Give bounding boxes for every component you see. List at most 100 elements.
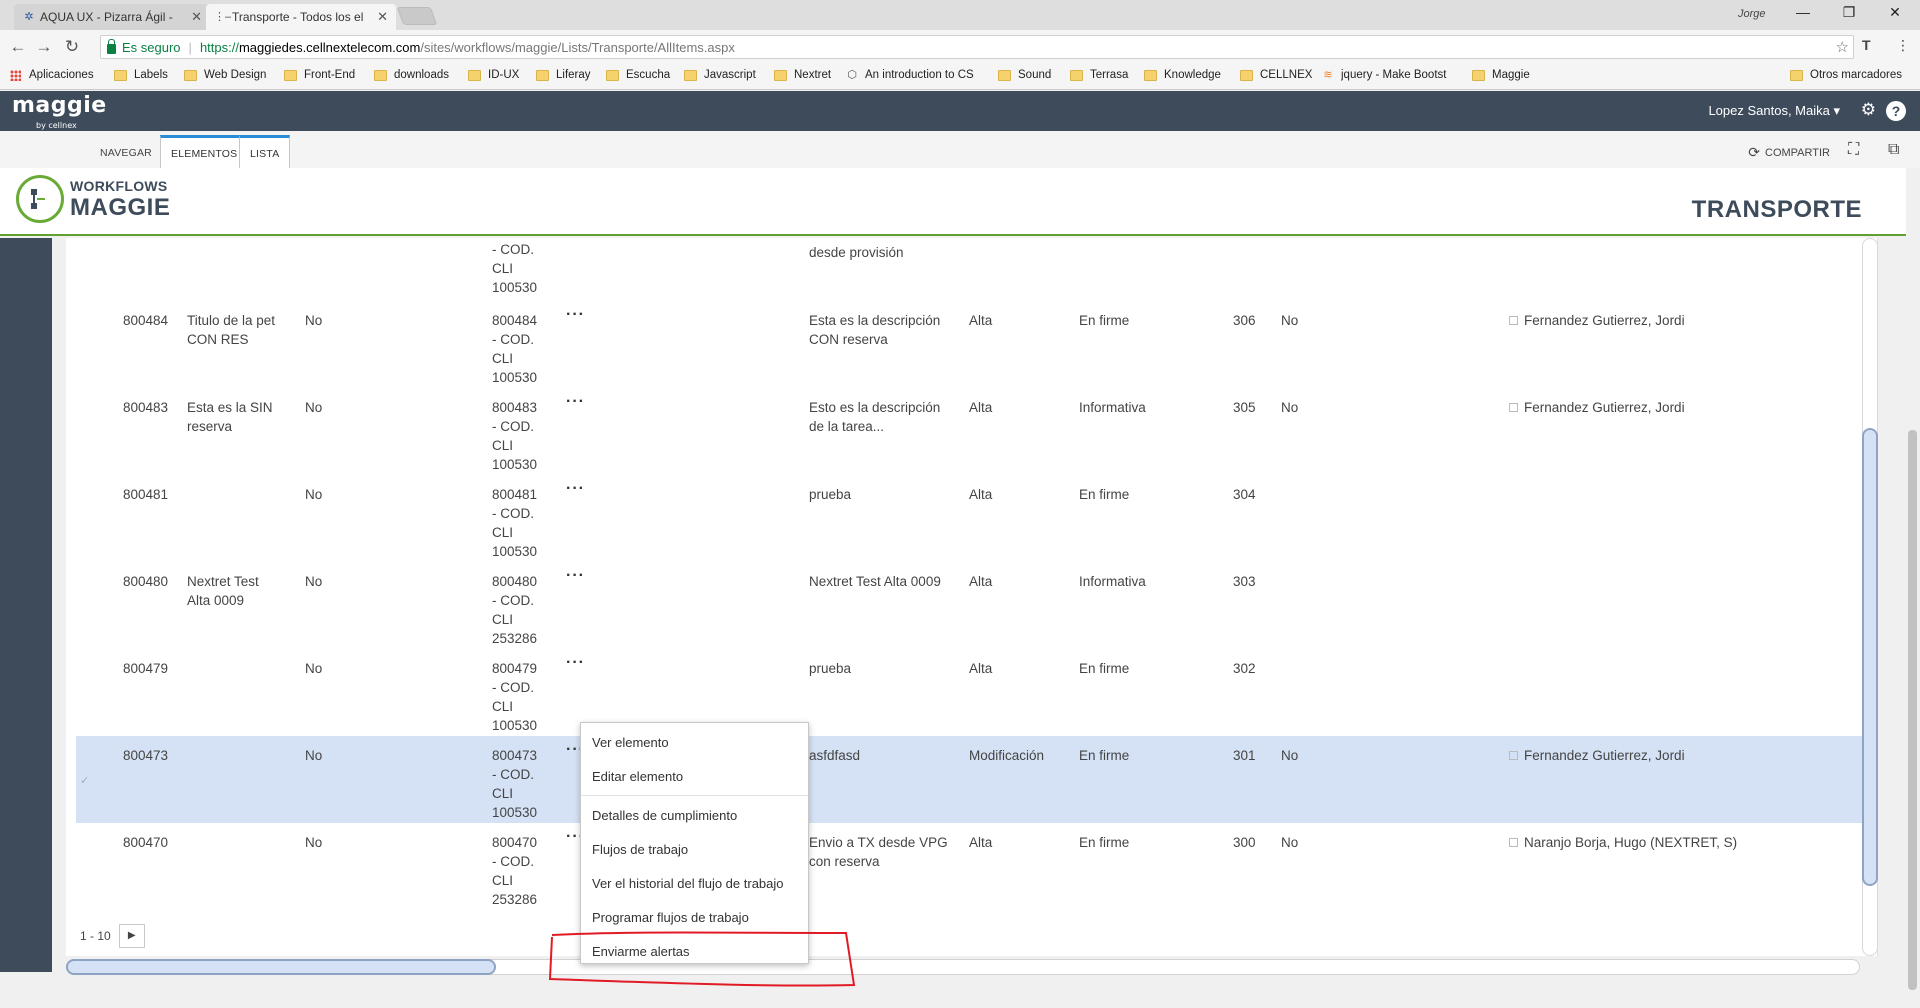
maggie-logo[interactable]: maggie by cellnex [12,93,107,130]
bookmark-other[interactable]: Otros marcadores [1790,69,1902,81]
back-icon[interactable]: ← [8,37,28,57]
user-menu[interactable]: Lopez Santos, Maika ▾ [1708,103,1840,119]
menu-item-editar-elemento[interactable]: Editar elemento [592,769,683,784]
bookmark-folder[interactable]: Escucha [606,69,670,81]
bookmark-folder[interactable]: Knowledge [1144,69,1221,81]
menu-item-enviarme-alertas[interactable]: Enviarme alertas [592,944,690,959]
translate-icon[interactable]: ⧉ [1888,141,1899,159]
folder-icon [1790,69,1803,81]
share-button[interactable]: ⟳ COMPARTIR [1748,144,1830,161]
table-row[interactable]: 800483 Esta es la SIN reserva No 800483 - COD… [76,388,1864,475]
next-page-button[interactable]: ▶ [118,924,145,948]
secure-indicator[interactable]: Es seguro [107,39,181,55]
bookmark-folder[interactable]: Maggie [1472,69,1530,81]
list-hscroll-thumb[interactable] [66,959,496,975]
menu-item-historial-flujo[interactable]: Ver el historial del flujo de trabajo [592,876,784,891]
bookmark-link[interactable]: ⬡ An introduction to CS [846,69,977,81]
list-vscroll-thumb[interactable] [1862,428,1878,886]
menu-item-ver-elemento[interactable]: Ver elemento [592,735,669,750]
browser-menu-icon[interactable]: ⋮ [1896,37,1910,54]
browser-tab-transporte[interactable]: ⋮– Transporte - Todos los el ✕ [206,4,396,30]
table-row[interactable]: 800481 No 800481 - COD. CLI 100530 ··· prueba Al… [76,475,1864,562]
folder-icon [1472,69,1485,81]
site-subtitle[interactable]: WORKFLOWS [70,178,168,194]
presence-icon [1509,838,1518,847]
focus-icon[interactable]: ⛶ [1848,141,1859,159]
bookmark-folder[interactable]: Web Design [184,69,266,81]
page-scrollbar-thumb[interactable] [1908,430,1917,990]
bookmark-folder[interactable]: Terrasa [1070,69,1128,81]
forward-icon[interactable]: → [34,37,54,57]
ellipsis-menu-icon[interactable]: ··· [566,653,585,672]
browser-tab-aqua[interactable]: ✲ AQUA UX - Pizarra Ágil - ✕ [14,4,210,30]
table-row[interactable]: 800480 Nextret Test Alta 0009 No 800480 - COD… [76,562,1864,649]
bookmark-folder[interactable]: Liferay [536,69,591,81]
cell-id[interactable]: 800481 [123,485,168,504]
bookmark-folder[interactable]: Sound [998,69,1051,81]
ellipsis-menu-icon[interactable]: ··· [566,479,585,498]
cell-assignee[interactable]: Fernandez Gutierrez, Jordi [1509,398,1685,417]
menu-item-programar-flujos[interactable]: Programar flujos de trabajo [592,910,749,925]
menu-item-flujos-trabajo[interactable]: Flujos de trabajo [592,842,688,857]
bookmark-folder[interactable]: ID-UX [468,69,519,81]
cell-id[interactable]: 800470 [123,833,168,852]
ellipsis-menu-icon[interactable]: ··· [566,392,585,411]
cell-title[interactable] [187,659,297,678]
new-tab-button[interactable] [396,7,438,25]
bookmark-folder[interactable]: Javascript [684,69,756,81]
cell-assignee[interactable]: Fernandez Gutierrez, Jordi [1509,746,1685,765]
cell-id[interactable]: 800473 [123,746,168,765]
cell-title[interactable]: Esta es la SIN reserva [187,398,297,436]
bookmark-folder[interactable]: Front-End [284,69,355,81]
cell-id[interactable]: 800480 [123,572,168,591]
tab-elementos[interactable]: ELEMENTOS [160,135,249,168]
ellipsis-menu-icon[interactable]: ··· [566,305,585,324]
ribbon: NAVEGAR ELEMENTOS LISTA ⟳ COMPARTIR ⛶ ⧉ [0,131,1920,168]
close-window-icon[interactable]: ✕ [1880,4,1910,21]
cell-assignee[interactable]: Fernandez Gutierrez, Jordi [1509,311,1685,330]
table-row[interactable]: 800485 No - COD.CLI100530 desde provisió… [76,238,1864,296]
bookmark-folder[interactable]: Labels [114,69,168,81]
bookmark-apps[interactable]: Aplicaciones [10,69,94,81]
cell-flag: No [1281,400,1299,415]
workflow-logo-icon[interactable] [16,175,64,223]
cell-flag: No [305,487,323,502]
url-input[interactable]: Es seguro | https://maggiedes.cellnextel… [100,35,1854,59]
restore-icon[interactable]: ❐ [1834,4,1864,21]
cell-title[interactable] [187,833,297,852]
table-row[interactable]: ✓ 800473 No 800473- COD. CLI 100530 ··· asfdfas… [76,736,1864,823]
tab-navegar[interactable]: NAVEGAR [90,135,162,168]
cell-id[interactable]: 800483 [123,398,168,417]
bookmark-link[interactable]: ≋ jquery - Make Bootst [1322,69,1455,81]
cell-number: 306 [1233,313,1256,328]
cell-title[interactable] [187,746,297,765]
bookmark-folder[interactable]: CELLNEX [1240,69,1312,81]
cell-id[interactable]: 800484 [123,311,168,330]
bookmark-star-icon[interactable]: ☆ [1836,38,1849,56]
row-check-icon[interactable]: ✓ [80,772,89,791]
gear-icon[interactable]: ⚙ [1861,100,1876,120]
help-icon[interactable]: ? [1886,101,1906,121]
site-title[interactable]: MAGGIE [70,194,170,222]
reload-icon[interactable]: ↻ [62,37,82,57]
table-row[interactable]: 800484 Titulo de la pet CON RES No 800484 - C… [76,301,1864,388]
cell-id[interactable]: 800479 [123,659,168,678]
text-extension-icon[interactable]: T [1862,37,1871,53]
browser-profile-name[interactable]: Jorge [1738,8,1766,20]
bookmark-folder[interactable]: downloads [374,69,449,81]
close-icon[interactable]: ✕ [191,9,202,25]
bookmark-folder[interactable]: Nextret [774,69,831,81]
menu-item-detalles-cumplimiento[interactable]: Detalles de cumplimiento [592,808,737,823]
ellipsis-menu-icon[interactable]: ··· [566,566,585,585]
cell-title[interactable]: Nextret Test Alta 0009 [187,572,297,610]
cell-assignee[interactable]: Naranjo Borja, Hugo (NEXTRET, S) [1509,833,1737,852]
close-icon[interactable]: ✕ [377,9,388,25]
tab-lista[interactable]: LISTA [239,135,291,168]
cell-type: En firme [1079,748,1130,763]
cell-title[interactable]: Titulo de la pet CON RES [187,311,297,349]
cell-title[interactable] [187,485,297,504]
code-line: CLI [492,612,514,627]
table-row[interactable]: 800479 No 800479 - COD. CLI 100530 ··· prueba Al… [76,649,1864,736]
table-row[interactable]: 800470 No 800470- COD. CLI 253286 ··· Envio a … [76,823,1864,910]
minimize-icon[interactable]: — [1788,4,1818,20]
